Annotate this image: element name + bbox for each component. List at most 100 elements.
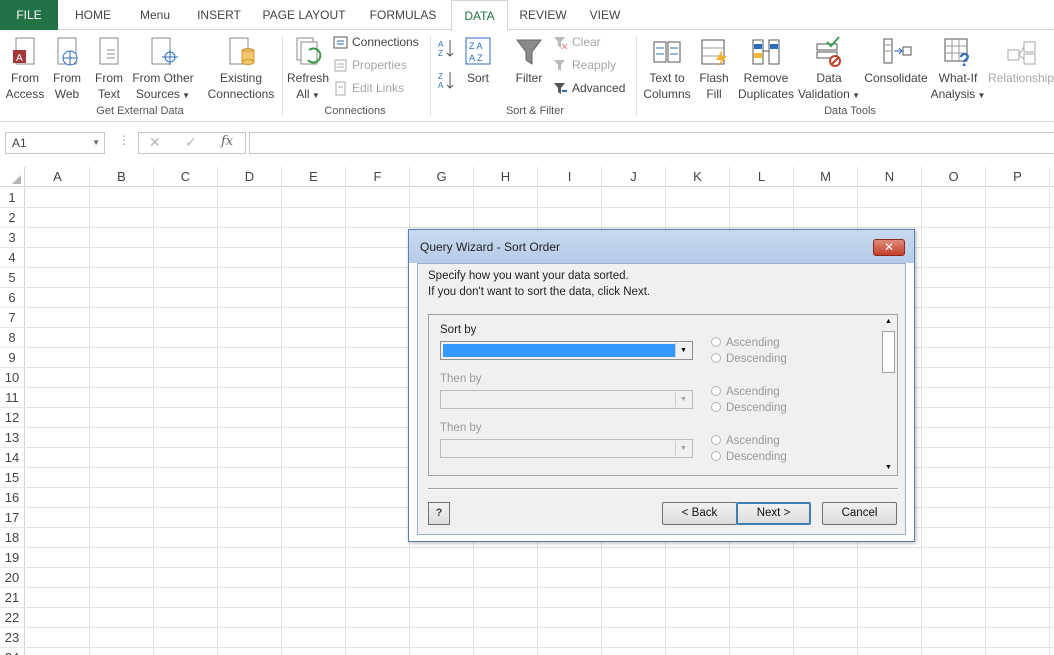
row-header[interactable]: 4 (0, 248, 25, 268)
from-other-sources-button[interactable]: From Other Sources ▼ (130, 36, 196, 104)
remove-duplicates-button[interactable]: Remove Duplicates (736, 36, 796, 102)
column-header[interactable]: O (922, 167, 986, 187)
row-header[interactable]: 5 (0, 268, 25, 288)
chevron-down-icon[interactable]: ▼ (675, 343, 691, 358)
tab-home[interactable]: HOME (65, 0, 121, 30)
row-header[interactable]: 21 (0, 588, 25, 608)
cancel-button[interactable]: Cancel (822, 502, 897, 525)
properties-button[interactable]: Properties (333, 55, 407, 75)
tab-review[interactable]: REVIEW (514, 0, 572, 30)
row-header[interactable]: 10 (0, 368, 25, 388)
refresh-all-button[interactable]: Refresh All ▼ (286, 36, 330, 104)
row-header[interactable]: 3 (0, 228, 25, 248)
close-button[interactable]: ✕ (873, 239, 905, 256)
row-header[interactable]: 17 (0, 508, 25, 528)
column-header[interactable]: E (282, 167, 346, 187)
what-if-analysis-button[interactable]: ? What-If Analysis ▼ (930, 36, 986, 104)
row-header[interactable]: 23 (0, 628, 25, 648)
sort-za-button[interactable]: ZA (437, 70, 455, 90)
reapply-button[interactable]: Reapply (553, 55, 616, 75)
then-by-2-ascending-radio[interactable]: Ascending (711, 433, 780, 449)
connections-button[interactable]: Connections (333, 32, 419, 52)
sort-az-button[interactable]: AZ (437, 38, 455, 58)
then-by-1-ascending-radio[interactable]: Ascending (711, 384, 780, 400)
tab-insert[interactable]: INSERT (188, 0, 250, 30)
then-by-1-descending-radio[interactable]: Descending (711, 400, 787, 416)
row-header[interactable]: 15 (0, 468, 25, 488)
tab-file[interactable]: FILE (0, 0, 58, 30)
row-header[interactable]: 19 (0, 548, 25, 568)
text-to-columns-button[interactable]: Text to Columns (640, 36, 694, 102)
column-header[interactable]: N (858, 167, 922, 187)
column-header[interactable]: M (794, 167, 858, 187)
insert-function-icon[interactable]: fx (221, 134, 233, 149)
filter-button[interactable]: Filter (509, 36, 549, 86)
row-header[interactable]: 13 (0, 428, 25, 448)
column-header[interactable]: P (986, 167, 1050, 187)
from-access-button[interactable]: A From Access (3, 36, 47, 102)
row-header[interactable]: 20 (0, 568, 25, 588)
sort-by-combo[interactable]: ▼ (440, 341, 693, 360)
row-header[interactable]: 16 (0, 488, 25, 508)
name-box[interactable]: A1 ▼ (5, 132, 105, 154)
existing-connections-button[interactable]: Existing Connections (205, 36, 277, 102)
column-header[interactable]: B (90, 167, 154, 187)
clear-button[interactable]: Clear (553, 32, 601, 52)
edit-links-button[interactable]: Edit Links (333, 78, 404, 98)
vertical-scrollbar[interactable]: ▲ ▼ (880, 315, 897, 475)
data-validation-button[interactable]: Data Validation ▼ (798, 36, 860, 104)
chevron-down-icon[interactable]: ▼ (92, 133, 100, 153)
row-header[interactable]: 24 (0, 648, 25, 655)
sort-button[interactable]: Z A A Z Sort (461, 36, 495, 86)
tab-view[interactable]: VIEW (580, 0, 630, 30)
back-button[interactable]: < Back (662, 502, 737, 525)
flash-fill-button[interactable]: Flash Fill (696, 36, 732, 102)
formula-input[interactable] (249, 132, 1054, 154)
tab-menu[interactable]: Menu (126, 0, 184, 30)
column-header[interactable]: L (730, 167, 794, 187)
chevron-down-icon[interactable]: ▼ (675, 441, 691, 456)
column-header[interactable]: G (410, 167, 474, 187)
row-header[interactable]: 1 (0, 188, 25, 208)
enter-formula-icon[interactable]: ✓ (185, 134, 197, 151)
row-header[interactable]: 11 (0, 388, 25, 408)
row-header[interactable]: 14 (0, 448, 25, 468)
row-header[interactable]: 8 (0, 328, 25, 348)
column-header[interactable]: J (602, 167, 666, 187)
row-header[interactable]: 22 (0, 608, 25, 628)
row-header[interactable]: 2 (0, 208, 25, 228)
tab-data[interactable]: DATA (451, 0, 508, 31)
tab-formulas[interactable]: FORMULAS (360, 0, 446, 30)
next-button[interactable]: Next > (736, 502, 811, 525)
then-by-2-descending-radio[interactable]: Descending (711, 449, 787, 465)
scroll-up-icon[interactable]: ▲ (880, 315, 897, 329)
column-header[interactable]: C (154, 167, 218, 187)
row-header[interactable]: 7 (0, 308, 25, 328)
column-header[interactable]: K (666, 167, 730, 187)
tab-page-layout[interactable]: PAGE LAYOUT (256, 0, 352, 30)
then-by-2-combo[interactable]: ▼ (440, 439, 693, 458)
consolidate-button[interactable]: Consolidate (862, 36, 930, 86)
row-header[interactable]: 6 (0, 288, 25, 308)
scroll-down-icon[interactable]: ▼ (880, 461, 897, 475)
relationships-button[interactable]: Relationships (988, 36, 1054, 86)
chevron-down-icon[interactable]: ▼ (675, 392, 691, 407)
column-header[interactable]: H (474, 167, 538, 187)
select-all-corner[interactable] (0, 167, 25, 187)
sort-by-descending-radio[interactable]: Descending (711, 351, 787, 367)
from-web-button[interactable]: From Web (47, 36, 87, 102)
cancel-formula-icon[interactable]: ✕ (149, 134, 161, 151)
scroll-thumb[interactable] (882, 331, 895, 373)
dialog-titlebar[interactable]: Query Wizard - Sort Order ✕ (409, 230, 914, 263)
column-header[interactable]: A (26, 167, 90, 187)
row-header[interactable]: 18 (0, 528, 25, 548)
column-header[interactable]: F (346, 167, 410, 187)
from-text-button[interactable]: From Text (89, 36, 129, 102)
then-by-1-combo[interactable]: ▼ (440, 390, 693, 409)
row-header[interactable]: 9 (0, 348, 25, 368)
column-header[interactable]: I (538, 167, 602, 187)
column-header[interactable]: D (218, 167, 282, 187)
sort-by-ascending-radio[interactable]: Ascending (711, 335, 780, 351)
help-button[interactable]: ? (428, 502, 450, 525)
advanced-button[interactable]: Advanced (553, 78, 625, 98)
